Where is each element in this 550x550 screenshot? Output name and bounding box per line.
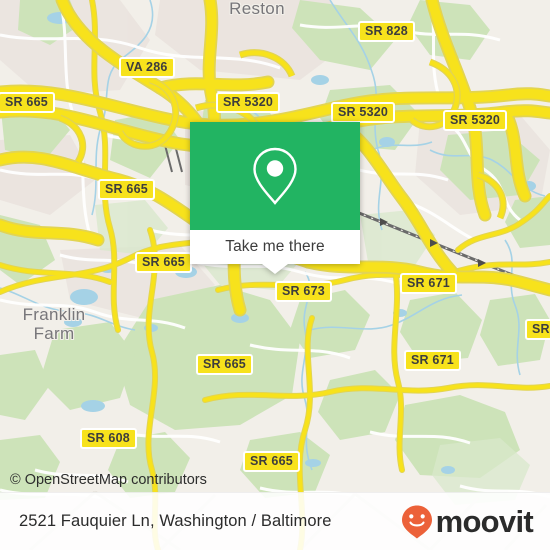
road-shield-sr-671-n[interactable]: SR 671 <box>400 273 457 294</box>
road-shield-sr-608[interactable]: SR 608 <box>80 428 137 449</box>
map-screenshot-root: Reston Franklin Farm SR 828 VA 286 SR 66… <box>0 0 550 550</box>
moovit-logo[interactable]: moovit <box>400 504 534 540</box>
map-pin-icon <box>253 147 297 205</box>
tooltip-pointer <box>262 264 288 274</box>
road-shield-sr-665-w[interactable]: SR 665 <box>98 179 155 200</box>
road-shield-sr-673[interactable]: SR 673 <box>275 281 332 302</box>
road-shield-sr-5320-n[interactable]: SR 5320 <box>216 92 281 113</box>
road-shield-sr-671-s[interactable]: SR 671 <box>404 350 461 371</box>
road-shield-sr-5320-e[interactable]: SR 5320 <box>443 110 508 131</box>
take-me-there-label: Take me there <box>225 238 325 255</box>
road-shield-sr-edge[interactable]: SR <box>525 319 550 340</box>
tooltip-header <box>190 122 360 230</box>
address-label: 2521 Fauquier Ln, Washington / Baltimore <box>19 512 332 530</box>
road-shield-sr-665-nw[interactable]: SR 665 <box>0 92 55 113</box>
osm-attribution[interactable]: © OpenStreetMap contributors <box>10 472 207 488</box>
bottom-bar: 2521 Fauquier Ln, Washington / Baltimore… <box>0 492 550 550</box>
take-me-there-tooltip[interactable]: Take me there <box>190 122 360 274</box>
road-shield-sr-828[interactable]: SR 828 <box>358 21 415 42</box>
moovit-pin-smile-icon <box>401 505 432 538</box>
road-shield-va-286[interactable]: VA 286 <box>119 57 175 78</box>
road-shield-sr-665-sc[interactable]: SR 665 <box>243 451 300 472</box>
tooltip-action-row[interactable]: Take me there <box>190 230 360 264</box>
road-shield-sr-665-c[interactable]: SR 665 <box>135 252 192 273</box>
road-shield-sr-5320-c[interactable]: SR 5320 <box>331 102 396 123</box>
moovit-wordmark: moovit <box>435 504 534 539</box>
road-shield-sr-665-s[interactable]: SR 665 <box>196 354 253 375</box>
